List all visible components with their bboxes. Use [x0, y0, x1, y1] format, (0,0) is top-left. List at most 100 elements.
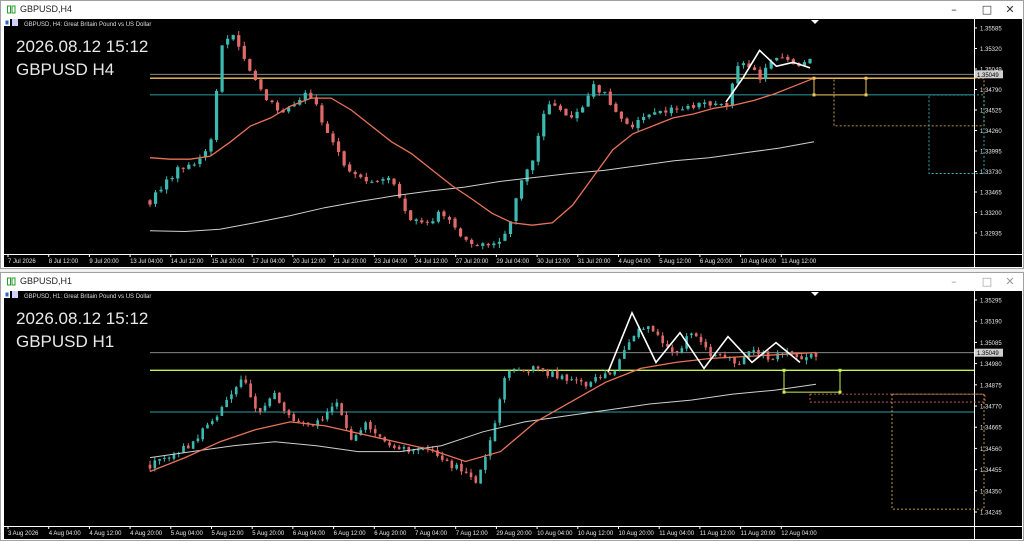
candle-body: [586, 95, 590, 107]
chart-window-icon: [7, 5, 16, 14]
time-label: 4 Aug 20:00: [130, 531, 163, 537]
chart-header: GBPUSD, H1: Great Britain Pound vs US Do…: [24, 294, 152, 300]
candle-body: [613, 371, 617, 375]
time-label: 12 Aug 04:00: [781, 531, 817, 537]
candle-body: [565, 374, 569, 381]
candle-body: [167, 457, 171, 459]
candle-body: [664, 110, 668, 113]
chart-canvas[interactable]: 1.35585 1.35320 1.35049 1.34790 1.34525 1.342…: [4, 19, 1022, 267]
chart-window-h4[interactable]: GBPUSD,H4 – □ ✕ 1.355851.353201.350491.3…: [0, 0, 1024, 269]
time-label: 6 Aug 20:00: [700, 259, 733, 265]
candle-body: [407, 446, 411, 453]
candle-body: [809, 354, 813, 358]
marker-handle: [782, 368, 786, 372]
candle-body: [386, 177, 391, 181]
minimize-button[interactable]: –: [943, 1, 965, 19]
marker-handle: [782, 390, 786, 394]
candle-body: [481, 243, 485, 246]
close-button[interactable]: ✕: [999, 1, 1021, 19]
price-label: 1.35190: [980, 320, 1002, 326]
candle-body: [627, 342, 631, 350]
candle-body: [741, 63, 746, 66]
candle-body: [159, 189, 163, 192]
candle-body: [442, 211, 446, 217]
candle-body: [541, 368, 545, 370]
price-label: 1.34455: [980, 468, 1002, 474]
candle-body: [321, 419, 324, 421]
candle-body: [697, 103, 701, 108]
time-label: 7 Aug 04:00: [415, 531, 448, 537]
candle-body: [226, 38, 230, 45]
candle-body: [421, 449, 425, 451]
price-label: 1.32935: [980, 232, 1002, 238]
time-label: 11 Aug 12:00: [700, 531, 736, 537]
chart-header-icons: [4, 291, 18, 298]
candle-body: [579, 379, 583, 382]
time-label: 27 Jul 20:00: [456, 259, 489, 265]
candle-body: [493, 423, 497, 441]
candle-body: [209, 139, 213, 152]
candle-body: [375, 180, 379, 182]
candle-body: [805, 357, 808, 361]
overlay-datetime: 2026.08.12 15:12: [16, 37, 149, 56]
candle-body: [275, 102, 280, 111]
title-bar[interactable]: GBPUSD,H4 – □ ✕: [1, 1, 1023, 19]
maximize-button[interactable]: □: [976, 1, 998, 19]
candle-body: [331, 133, 335, 143]
chart-canvas[interactable]: 1.35295 1.35190 1.35085 1.34980 1.34875 1.347…: [4, 291, 1022, 539]
candle-body: [187, 164, 191, 169]
candle-body: [403, 198, 407, 211]
candle-body: [287, 410, 291, 416]
candle-body: [800, 356, 803, 360]
maximize-button[interactable]: □: [976, 273, 998, 291]
candle-body: [392, 178, 396, 185]
chart-window-icon: [7, 277, 16, 286]
time-label: 8 Jul 12:00: [49, 259, 79, 265]
candle-body: [469, 472, 473, 478]
candle-body: [425, 221, 429, 223]
candle-body: [431, 221, 435, 224]
candle-body: [268, 398, 272, 407]
time-label: 5 Aug 04:00: [171, 531, 204, 537]
candle-body: [239, 379, 243, 387]
candle-body: [808, 58, 812, 64]
candle-body: [757, 349, 760, 355]
price-label: 1.34560: [980, 447, 1002, 453]
time-label: 7 Aug 12:00: [456, 531, 489, 537]
time-label: 13 Jul 04:00: [130, 259, 163, 265]
marker-handle: [838, 390, 842, 394]
marker-handle: [838, 368, 842, 372]
candle-body: [686, 105, 690, 109]
title-bar[interactable]: GBPUSD,H1 – □ ✕: [1, 273, 1023, 291]
candle-body: [719, 103, 723, 105]
candle-body: [388, 442, 391, 446]
candle-body: [636, 120, 640, 129]
time-label: 7 Jul 2026: [8, 259, 36, 265]
candle-body: [553, 103, 557, 106]
candle-body: [409, 210, 413, 221]
candle-body: [311, 425, 315, 427]
candle-body: [618, 359, 621, 371]
candle-body: [436, 211, 441, 222]
candle-body: [414, 219, 418, 222]
minimize-button[interactable]: –: [943, 273, 965, 291]
candle-body: [412, 450, 415, 452]
candle-body: [775, 57, 779, 61]
close-button[interactable]: ✕: [999, 273, 1021, 291]
candle-body: [447, 217, 452, 220]
chart-window-h1[interactable]: GBPUSD,H1 – □ ✕ 1.35295 1.35190 1.35085 1.3…: [0, 272, 1024, 541]
candle-body: [381, 179, 385, 181]
candle-body: [445, 459, 449, 462]
price-chart-h1[interactable]: 1.35295 1.35190 1.35085 1.34980 1.34875 1.347…: [4, 291, 1022, 539]
candle-body: [790, 351, 794, 354]
candle-body: [709, 346, 712, 357]
candle-body: [508, 221, 513, 235]
candle-body: [393, 445, 396, 448]
candle-body: [608, 372, 612, 375]
price-chart-h4[interactable]: 1.35585 1.35320 1.35049 1.34790 1.34525 1.342…: [4, 19, 1022, 267]
candle-body: [680, 348, 684, 353]
candle-body: [592, 84, 596, 97]
candle-body: [325, 123, 330, 133]
chart-header-icons: [4, 19, 18, 26]
candle-body: [264, 89, 269, 101]
